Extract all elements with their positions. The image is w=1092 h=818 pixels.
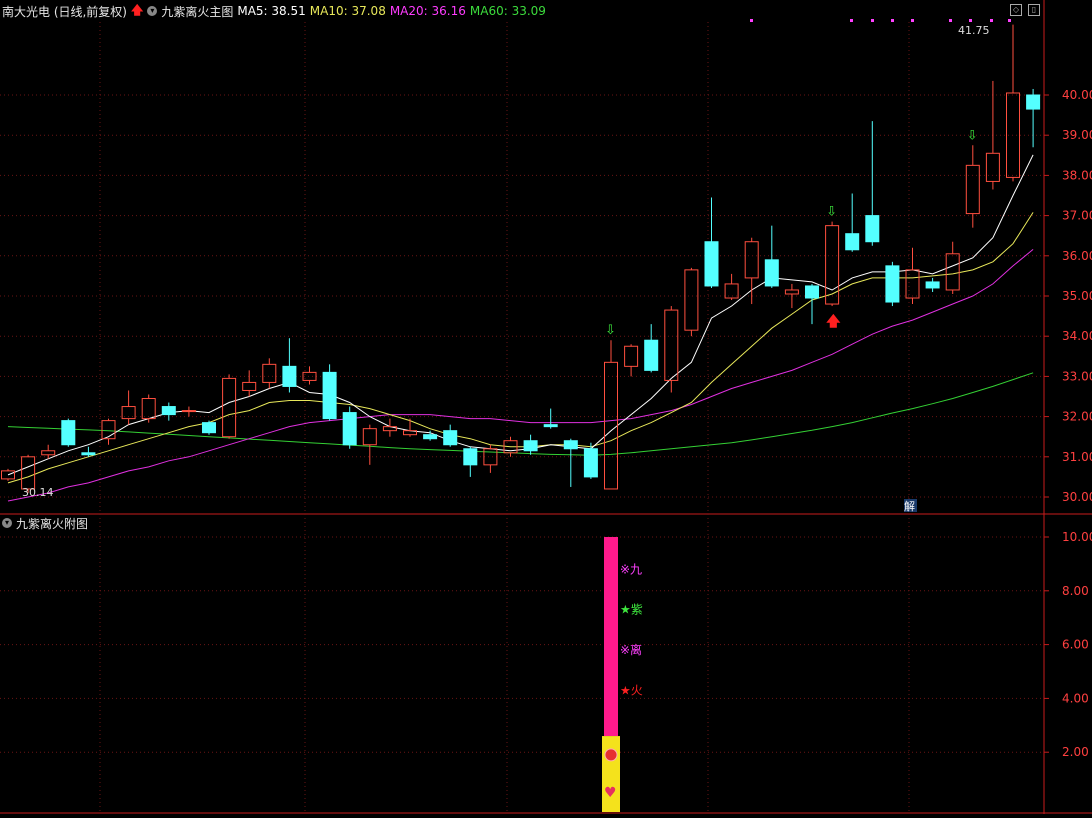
candle-down <box>523 440 538 452</box>
y-tick-label: 4.00 <box>1062 691 1089 705</box>
candle-down <box>704 241 719 287</box>
candle-up <box>362 428 377 446</box>
candle-up <box>905 269 920 299</box>
y-tick-label: 34.00 <box>1062 329 1092 343</box>
ma5-value: MA5: 38.51 <box>237 4 306 18</box>
candle-up <box>483 448 498 466</box>
candle-down <box>423 434 438 440</box>
candle-down <box>161 406 176 416</box>
candle-up <box>141 398 156 420</box>
indicator-name[interactable]: 九紫离火主图 <box>161 3 233 20</box>
kline-chart[interactable]: 30.00 31.00 32.00 33.00 34.00 35.00 36.00 37.00… <box>0 0 1092 814</box>
signal-bar <box>604 537 618 737</box>
candle-up <box>945 253 960 291</box>
y-tick-label: 6.00 <box>1062 638 1089 652</box>
ma60-line <box>7 372 1034 456</box>
candle-down <box>1026 94 1041 110</box>
sub-chart-header: ▾ 九紫离火附图 <box>0 515 88 531</box>
low-price-label: 30.14 <box>22 486 54 499</box>
ma20-value: MA20: 36.16 <box>389 4 466 18</box>
candle-up <box>41 450 56 456</box>
sub-indicator-name[interactable]: 九紫离火附图 <box>16 515 88 532</box>
stock-title[interactable]: 南大光电 (日线,前复权) <box>2 3 127 20</box>
candle-up <box>21 456 36 490</box>
ma5-line <box>7 154 1034 476</box>
candle-up <box>985 152 1000 182</box>
sell-signal-arrow-icon: ⇩ <box>605 323 616 338</box>
window-buttons: ◇ ▯ <box>1010 4 1040 16</box>
y-tick-label: 32.00 <box>1062 410 1092 424</box>
y-tick-label: 40.00 <box>1062 88 1092 102</box>
y-tick-label: 35.00 <box>1062 289 1092 303</box>
restore-icon[interactable]: ▯ <box>1028 4 1040 16</box>
candle-up <box>684 269 699 331</box>
candle-down <box>764 259 779 287</box>
candle-up <box>825 225 840 305</box>
jie-label: 解 <box>904 499 915 513</box>
candle-up <box>262 363 277 383</box>
dropdown-circle-icon[interactable]: ▾ <box>147 6 158 16</box>
candle-down <box>885 265 900 303</box>
candle-up <box>784 289 799 295</box>
candle-up <box>744 241 759 279</box>
candle-down <box>61 420 76 446</box>
sell-signal-arrow-icon: ⇩ <box>967 128 978 143</box>
diamond-icon[interactable]: ◇ <box>1010 4 1022 16</box>
sell-signal-arrow-icon: ⇩ <box>826 205 837 220</box>
y-tick-label: 37.00 <box>1062 209 1092 223</box>
candle-up <box>222 377 237 438</box>
sub-signal-label: ★火 <box>620 683 643 697</box>
chart-header: 南大光电 (日线,前复权) 🡅 ▾ 九紫离火主图 MA5: 38.51 MA10… <box>0 0 1047 22</box>
buy-signal-arrow-icon: 🡅 <box>826 314 841 330</box>
sub-signal-label: ※离 <box>620 642 642 657</box>
sub-signal-label: ※九 <box>620 562 642 576</box>
candle-down <box>282 365 297 387</box>
heart-icon: ♥ <box>604 785 617 801</box>
candle-down <box>322 371 337 420</box>
y-tick-label: 31.00 <box>1062 450 1092 464</box>
y-tick-label: 33.00 <box>1062 369 1092 383</box>
candle-up <box>624 345 639 367</box>
sub-signal-label: ★紫 <box>620 603 643 617</box>
candle-down <box>463 448 478 466</box>
y-tick-label: 36.00 <box>1062 249 1092 263</box>
candle-down <box>845 233 860 251</box>
ma20-line <box>7 249 1034 502</box>
high-price-label: 41.75 <box>958 24 990 37</box>
ma10-value: MA10: 37.08 <box>309 4 386 18</box>
candle-up <box>181 410 196 413</box>
ma10-line <box>7 212 1034 484</box>
candle-down <box>865 215 880 243</box>
red-ball-icon <box>604 748 618 762</box>
candle-down <box>805 285 819 299</box>
candle-up <box>965 164 980 215</box>
y-tick-label: 30.00 <box>1062 490 1092 504</box>
candle-up <box>604 361 618 490</box>
candle-down <box>563 440 578 450</box>
y-tick-label: 38.00 <box>1062 168 1092 182</box>
y-tick-label: 2.00 <box>1062 745 1089 759</box>
chart-root: 30.00 31.00 32.00 33.00 34.00 35.00 36.00 37.00… <box>0 0 1092 814</box>
y-tick-label: 8.00 <box>1062 584 1089 598</box>
up-arrow-icon: 🡅 <box>131 2 144 17</box>
candle-down <box>202 422 216 434</box>
ma60-value: MA60: 33.09 <box>469 4 546 18</box>
candle-down <box>443 430 458 446</box>
dropdown-circle-icon[interactable]: ▾ <box>2 518 12 528</box>
y-tick-label: 10.00 <box>1062 530 1092 544</box>
y-tick-label: 39.00 <box>1062 128 1092 142</box>
candle-down <box>583 448 598 478</box>
candle-up <box>664 309 679 381</box>
candle-up <box>101 420 116 440</box>
candle-up <box>242 381 257 391</box>
candle-down <box>925 281 940 289</box>
candle-down <box>644 339 659 371</box>
candle-down <box>342 412 357 446</box>
candle-down <box>81 452 96 456</box>
candle-down <box>543 424 558 428</box>
